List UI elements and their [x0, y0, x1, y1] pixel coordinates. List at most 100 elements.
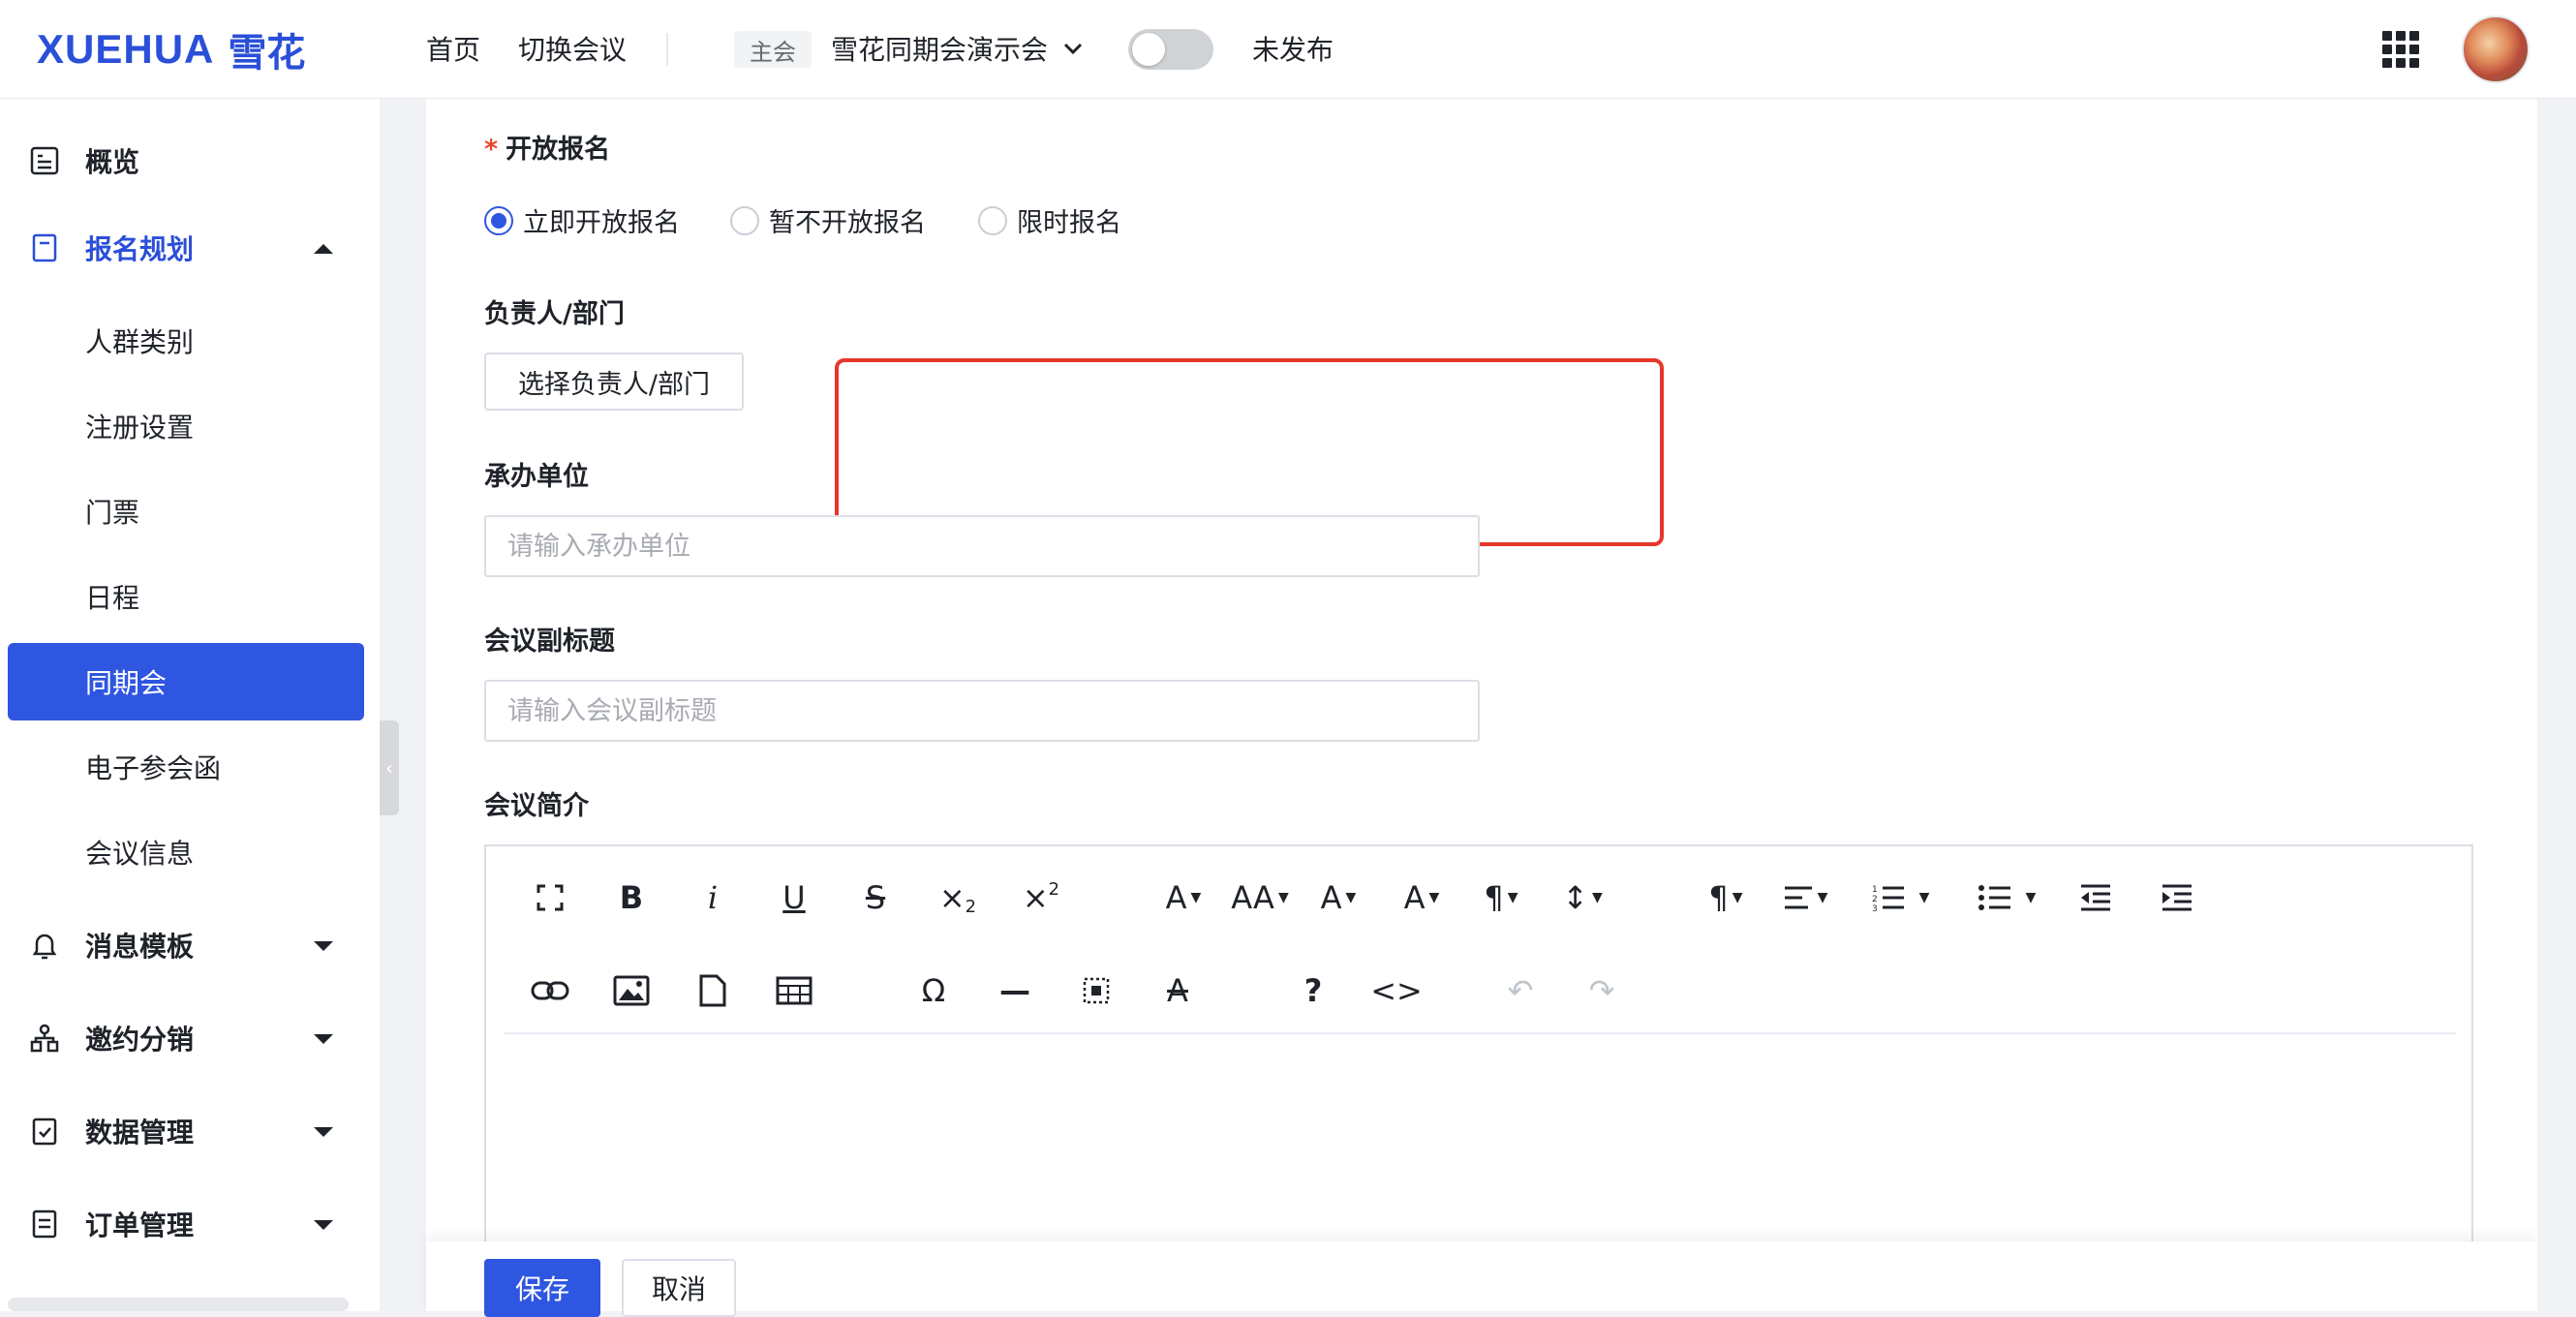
radio-circle	[484, 205, 513, 235]
sidebar-item-parallel-meeting[interactable]: 同期会	[8, 643, 364, 720]
sidebar-item-schedule[interactable]: 日程	[8, 558, 364, 635]
strikethrough-icon[interactable]: S	[854, 873, 897, 922]
sidebar-item-label: 电子参会函	[85, 752, 222, 784]
sidebar-item-label: 人群类别	[85, 326, 195, 358]
radio-not-open[interactable]: 暂不开放报名	[730, 201, 926, 239]
select-all-icon[interactable]	[1075, 966, 1118, 1015]
sidebar-item-overview[interactable]: 概览	[8, 122, 364, 199]
sidebar-item-order-management[interactable]: 订单管理	[8, 1185, 364, 1263]
sidebar-item-label: 会议信息	[85, 838, 195, 870]
fullscreen-icon[interactable]	[529, 873, 571, 922]
sidebar-item-label: 数据管理	[85, 1117, 195, 1149]
editor-toolbar-divider	[504, 1032, 2456, 1034]
radio-label: 立即开放报名	[523, 208, 680, 238]
subscript-icon[interactable]: × 2	[934, 873, 982, 922]
nav-home[interactable]: 首页	[426, 29, 480, 68]
radio-time-limited[interactable]: 限时报名	[978, 201, 1121, 239]
organizer-label: 承办单位	[484, 462, 589, 492]
sidebar-collapse-handle[interactable]: ‹	[380, 720, 399, 815]
header-divider	[666, 33, 668, 66]
org-tree-icon	[30, 1024, 59, 1053]
paragraph-style-icon[interactable]: ¶ ▼	[1470, 873, 1532, 922]
publish-toggle[interactable]	[1128, 29, 1213, 70]
conference-selector[interactable]: 雪花同期会演示会	[831, 27, 1083, 70]
text-color-icon[interactable]: A ▼	[1307, 873, 1369, 922]
sidebar-item-invite-distribution[interactable]: 邀约分销	[8, 999, 364, 1077]
subtitle-label: 会议副标题	[484, 627, 615, 657]
svg-text:3: 3	[1872, 904, 1878, 912]
code-view-icon[interactable]: <>	[1369, 966, 1424, 1015]
sidebar-item-label: 报名规划	[85, 233, 195, 265]
sidebar-item-label: 同期会	[85, 667, 168, 699]
sidebar-item-e-invitation[interactable]: 电子参会函	[8, 728, 364, 806]
redo-icon[interactable]: ↷	[1580, 966, 1623, 1015]
sidebar-item-crowd-category[interactable]: 人群类别	[8, 302, 364, 380]
highlight-color-icon[interactable]: A ▼	[1391, 873, 1453, 922]
subtitle-input[interactable]	[484, 680, 1480, 742]
underline-icon[interactable]: U	[773, 873, 815, 922]
sidebar-item-reg-plan[interactable]: 报名规划	[8, 209, 364, 287]
clipboard-check-icon	[32, 1118, 57, 1146]
unordered-list-icon[interactable]: ▼	[1968, 873, 2045, 922]
font-size-icon[interactable]: AA ▼	[1226, 873, 1294, 922]
logo-text-en: XUEHUA	[37, 26, 215, 72]
organizer-input[interactable]	[484, 515, 1480, 577]
rich-text-editor[interactable]: B i U S × 2 × 2 A ▼ AA ▼ A ▼ A ▼ ¶ ▼ ↕ ▼ ¶ ▼ ▼ 12…	[484, 844, 2473, 1309]
bell-icon	[32, 934, 57, 960]
special-char-icon[interactable]: Ω	[912, 966, 955, 1015]
main-conference-tag: 主会	[734, 31, 812, 68]
link-icon[interactable]	[529, 966, 571, 1015]
apps-grid-icon[interactable]	[2382, 31, 2419, 68]
sidebar-item-data-management[interactable]: 数据管理	[8, 1092, 364, 1170]
save-button[interactable]: 保存	[484, 1259, 600, 1317]
indent-icon[interactable]	[2156, 873, 2198, 922]
italic-icon[interactable]: i	[691, 873, 734, 922]
horizontal-rule-icon[interactable]: —	[994, 966, 1036, 1015]
file-icon[interactable]	[691, 966, 734, 1015]
open-registration-label-text: 开放报名	[506, 135, 611, 165]
nav-switch-meeting[interactable]: 切换会议	[518, 29, 627, 68]
sidebar-item-registration-settings[interactable]: 注册设置	[8, 387, 364, 465]
sidebar-item-label: 概览	[85, 146, 140, 178]
superscript-icon[interactable]: × 2	[1017, 873, 1065, 922]
clear-format-icon[interactable]: A	[1156, 966, 1199, 1015]
bold-icon[interactable]: B	[610, 873, 653, 922]
avatar[interactable]	[2462, 15, 2530, 83]
paragraph-format-icon[interactable]: ¶ ▼	[1697, 873, 1755, 922]
order-list-icon	[32, 1210, 57, 1239]
align-icon[interactable]: ▼	[1774, 873, 1836, 922]
logo-text-cn: 雪花	[228, 31, 306, 76]
sidebar-item-label: 邀约分销	[85, 1024, 195, 1056]
caret-down-icon	[314, 1034, 333, 1044]
caret-down-icon	[314, 1220, 333, 1230]
required-mark: *	[484, 135, 499, 165]
radio-circle	[730, 205, 759, 235]
font-family-icon[interactable]: A ▼	[1154, 873, 1212, 922]
publish-status: 未发布	[1252, 34, 1334, 66]
page-scroll-track[interactable]	[2537, 99, 2576, 1311]
sidebar-item-meeting-info[interactable]: 会议信息	[8, 813, 364, 891]
radio-open-now[interactable]: 立即开放报名	[484, 201, 680, 239]
cancel-button[interactable]: 取消	[622, 1259, 736, 1317]
image-icon[interactable]	[610, 966, 653, 1015]
sidebar-item-tickets[interactable]: 门票	[8, 473, 364, 550]
line-height-icon[interactable]: ↕ ▼	[1551, 873, 1613, 922]
chevron-down-icon	[1063, 43, 1083, 55]
outdent-icon[interactable]	[2074, 873, 2117, 922]
form-footer: 保存 取消	[426, 1241, 2537, 1317]
brand-logo[interactable]: XUEHUA 雪花	[37, 25, 305, 76]
sidebar-item-label: 订单管理	[85, 1210, 195, 1241]
top-header: XUEHUA 雪花 首页 切换会议 主会 雪花同期会演示会 未发布	[0, 0, 2576, 99]
undo-icon[interactable]: ↶	[1499, 966, 1542, 1015]
help-icon[interactable]: ?	[1292, 966, 1334, 1015]
sidebar-item-message-template[interactable]: 消息模板	[8, 906, 364, 984]
sidebar-scrollbar[interactable]	[8, 1298, 349, 1311]
overview-icon	[30, 146, 59, 175]
intro-label: 会议简介	[484, 791, 589, 821]
ordered-list-icon[interactable]: 1 2 3 ▼	[1861, 873, 1939, 922]
open-registration-label: * 开放报名	[484, 128, 610, 166]
svg-text:2: 2	[1872, 895, 1878, 904]
table-icon[interactable]	[773, 966, 815, 1015]
select-owner-button[interactable]: 选择负责人/部门	[484, 352, 744, 411]
toggle-knob	[1132, 33, 1165, 66]
